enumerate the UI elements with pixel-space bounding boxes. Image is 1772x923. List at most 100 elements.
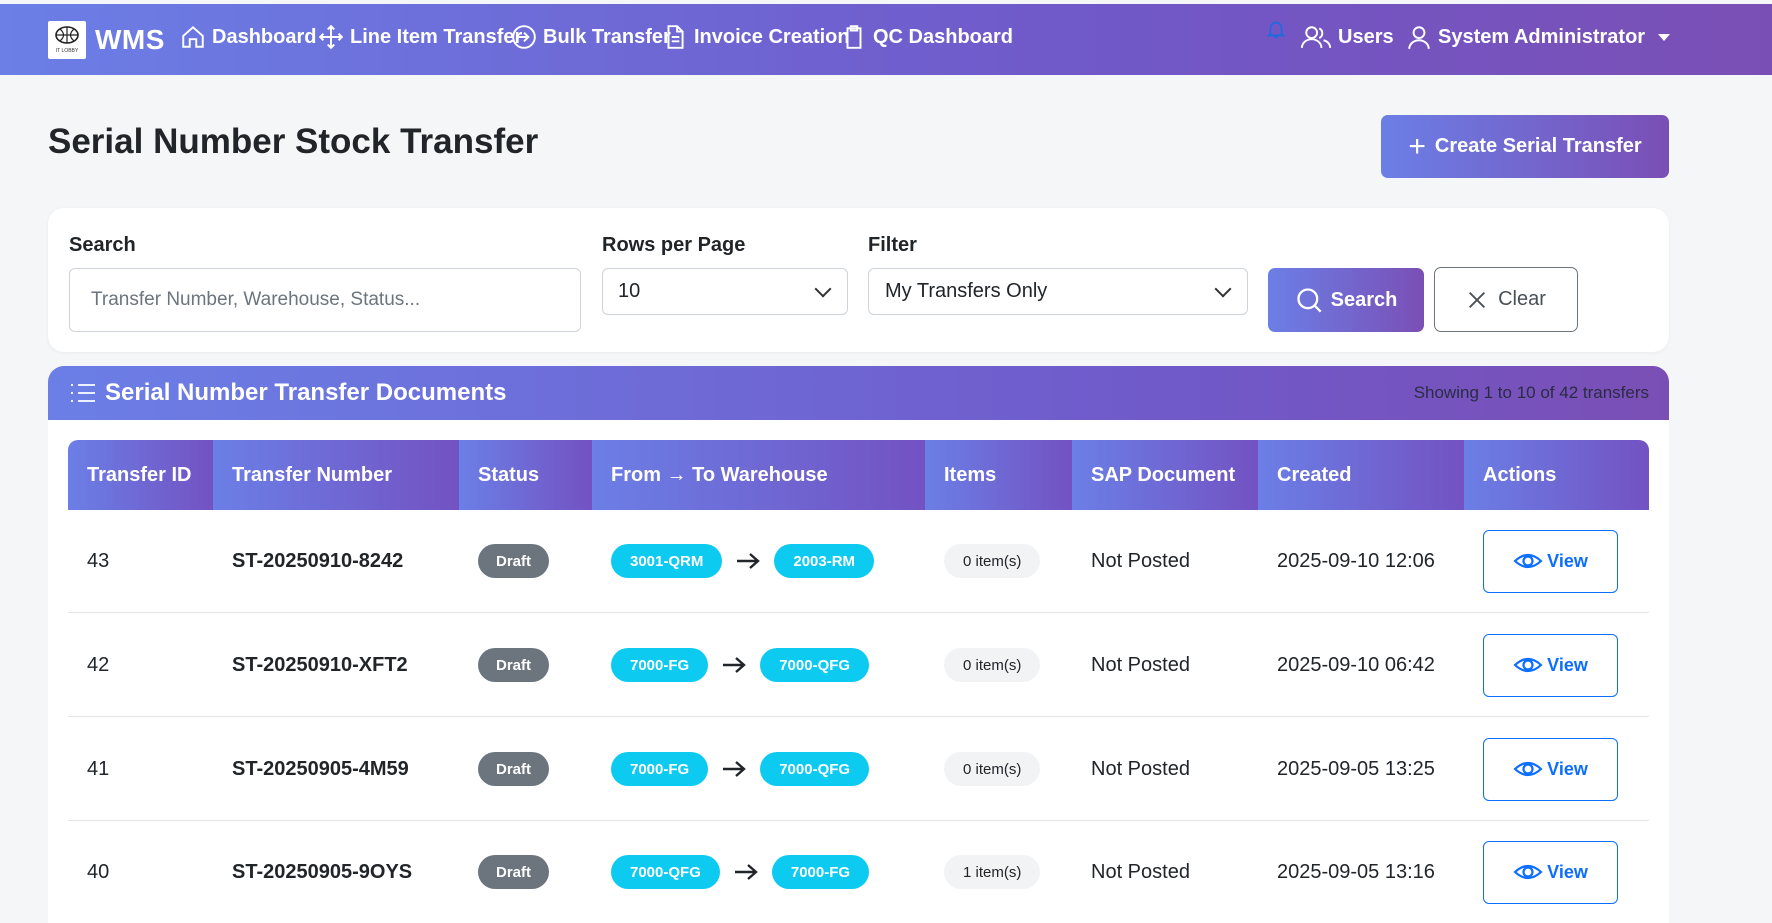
users-icon <box>1300 26 1332 48</box>
cell-transfer-id: 40 <box>87 860 110 883</box>
document-icon <box>667 25 684 49</box>
caret-down-icon <box>1658 33 1671 41</box>
status-badge: Draft <box>478 544 550 578</box>
nav-line-item-transfer-label: Line Item Transfer <box>350 25 523 48</box>
to-warehouse-badge: 7000-QFG <box>760 752 870 786</box>
arrow-right-icon <box>734 864 758 880</box>
items-badge: 0 item(s) <box>944 544 1041 578</box>
nav-user-menu-label: System Administrator <box>1438 25 1646 48</box>
view-button[interactable]: View <box>1483 737 1618 801</box>
items-badge: 1 item(s) <box>944 855 1041 889</box>
rows-per-page-select[interactable]: 10 <box>602 268 848 315</box>
cell-transfer-number: ST-20250905-9OYS <box>232 860 413 883</box>
transfer-documents-card: Serial Number Transfer Documents Showing… <box>48 366 1669 923</box>
create-serial-transfer-button[interactable]: + Create Serial Transfer <box>1381 115 1669 178</box>
nav-bulk-transfer-label: Bulk Transfer <box>543 25 671 48</box>
cell-sap-document: Not Posted <box>1091 653 1190 676</box>
eye-icon <box>1513 761 1543 777</box>
search-input[interactable]: Transfer Number, Warehouse, Status... <box>69 268 581 332</box>
cell-actions: View <box>1464 614 1649 716</box>
chevron-down-icon <box>814 280 832 297</box>
search-icon <box>1296 288 1322 313</box>
cell-created: 2025-09-10 06:42 <box>1277 653 1435 676</box>
cell-actions: View <box>1464 718 1649 820</box>
cell-items: 0 item(s) <box>925 510 1072 612</box>
col-items[interactable]: Items <box>925 440 1072 510</box>
brand[interactable]: IT LOBBY WMS <box>48 20 165 59</box>
nav-line-item-transfer[interactable]: Line Item Transfer <box>318 24 522 50</box>
col-from-to-warehouse[interactable]: From → To Warehouse <box>592 440 925 510</box>
rows-per-page-label: Rows per Page <box>602 234 746 256</box>
view-button[interactable]: View <box>1483 529 1618 593</box>
cell-sap-document: Not Posted <box>1091 860 1190 883</box>
view-button[interactable]: View <box>1483 840 1618 904</box>
cell-items: 0 item(s) <box>925 614 1072 716</box>
filter-value: My Transfers Only <box>885 280 1048 302</box>
nav-qc-dashboard[interactable]: QC Dashboard <box>841 24 1013 50</box>
arrow-right-icon <box>723 657 747 673</box>
status-badge: Draft <box>478 752 550 786</box>
search-label: Search <box>69 234 136 256</box>
eye-icon <box>1513 864 1543 880</box>
nav-qc-dashboard-label: QC Dashboard <box>873 25 1014 48</box>
cell-transfer-number: ST-20250905-4M59 <box>232 757 409 780</box>
nav-dashboard-label: Dashboard <box>212 25 317 48</box>
brand-name: WMS <box>95 23 165 55</box>
col-transfer-number[interactable]: Transfer Number <box>213 440 459 510</box>
cell-status: Draft <box>459 718 592 820</box>
cell-status: Draft <box>459 614 592 716</box>
col-transfer-id[interactable]: Transfer ID <box>68 440 213 510</box>
search-button[interactable]: Search <box>1268 268 1424 332</box>
cell-actions: View <box>1464 510 1649 612</box>
cell-sap-document: Not Posted <box>1091 549 1190 572</box>
filter-select[interactable]: My Transfers Only <box>868 268 1248 315</box>
col-sap-document[interactable]: SAP Document <box>1072 440 1258 510</box>
col-status[interactable]: Status <box>459 440 592 510</box>
nav-invoice-creation[interactable]: Invoice Creation <box>662 24 850 50</box>
cell-items: 1 item(s) <box>925 821 1072 923</box>
cell-created: 2025-09-05 13:25 <box>1277 757 1435 780</box>
filter-label: Filter <box>868 234 917 256</box>
top-navbar: IT LOBBY WMS Dashboard Line Item Transfe… <box>0 4 1772 75</box>
table-card-header: Serial Number Transfer Documents Showing… <box>48 366 1669 420</box>
cell-transfer-number: ST-20250910-8242 <box>232 549 404 572</box>
table-row: 42 ST-20250910-XFT2 Draft 7000-FG 7000-QFG 0 … <box>68 614 1649 717</box>
arrow-right-icon <box>737 553 761 569</box>
cell-warehouse: 7000-FG 7000-QFG <box>592 718 925 820</box>
nav-user-menu[interactable]: System Administrator <box>1406 24 1671 50</box>
rows-per-page-value: 10 <box>618 280 641 302</box>
view-button[interactable]: View <box>1483 633 1618 697</box>
cell-created: 2025-09-05 13:16 <box>1277 860 1435 883</box>
cell-warehouse: 3001-QRM 2003-RM <box>592 510 925 612</box>
nav-users-label: Users <box>1338 25 1394 48</box>
cell-actions: View <box>1464 821 1649 923</box>
table-row: 43 ST-20250910-8242 Draft 3001-QRM 2003-RM 0 … <box>68 510 1649 613</box>
cell-created: 2025-09-10 12:06 <box>1277 549 1435 572</box>
move-arrows-icon <box>318 24 344 50</box>
items-badge: 0 item(s) <box>944 648 1041 682</box>
nav-invoice-creation-label: Invoice Creation <box>694 25 850 48</box>
plus-icon: + <box>1408 129 1426 163</box>
view-button-label: View <box>1547 550 1588 571</box>
from-warehouse-badge: 7000-FG <box>611 752 709 786</box>
brand-logo: IT LOBBY <box>48 20 86 59</box>
nav-dashboard[interactable]: Dashboard <box>180 24 316 50</box>
from-warehouse-badge: 7000-QFG <box>611 855 720 889</box>
home-icon <box>182 25 204 48</box>
cell-transfer-id: 43 <box>87 549 110 572</box>
showing-count: Showing 1 to 10 of 42 transfers <box>1413 383 1649 402</box>
to-warehouse-badge: 2003-RM <box>774 544 875 578</box>
table-row: 40 ST-20250905-9OYS Draft 7000-QFG 7000-FG 1 … <box>68 821 1649 923</box>
arrow-circle-icon <box>512 25 536 49</box>
nav-bulk-transfer[interactable]: Bulk Transfer <box>511 24 671 50</box>
table-header: Transfer ID Transfer Number Status From … <box>68 440 1649 510</box>
to-warehouse-badge: 7000-FG <box>771 855 870 889</box>
create-serial-transfer-label: Create Serial Transfer <box>1434 135 1642 157</box>
to-warehouse-badge: 7000-QFG <box>760 648 870 682</box>
nav-users[interactable]: Users <box>1300 24 1394 50</box>
view-button-label: View <box>1547 654 1588 675</box>
logo-text: IT LOBBY <box>55 47 79 54</box>
clear-button[interactable]: Clear <box>1434 267 1578 332</box>
bell-icon[interactable] <box>1265 18 1287 40</box>
col-created[interactable]: Created <box>1258 440 1464 510</box>
